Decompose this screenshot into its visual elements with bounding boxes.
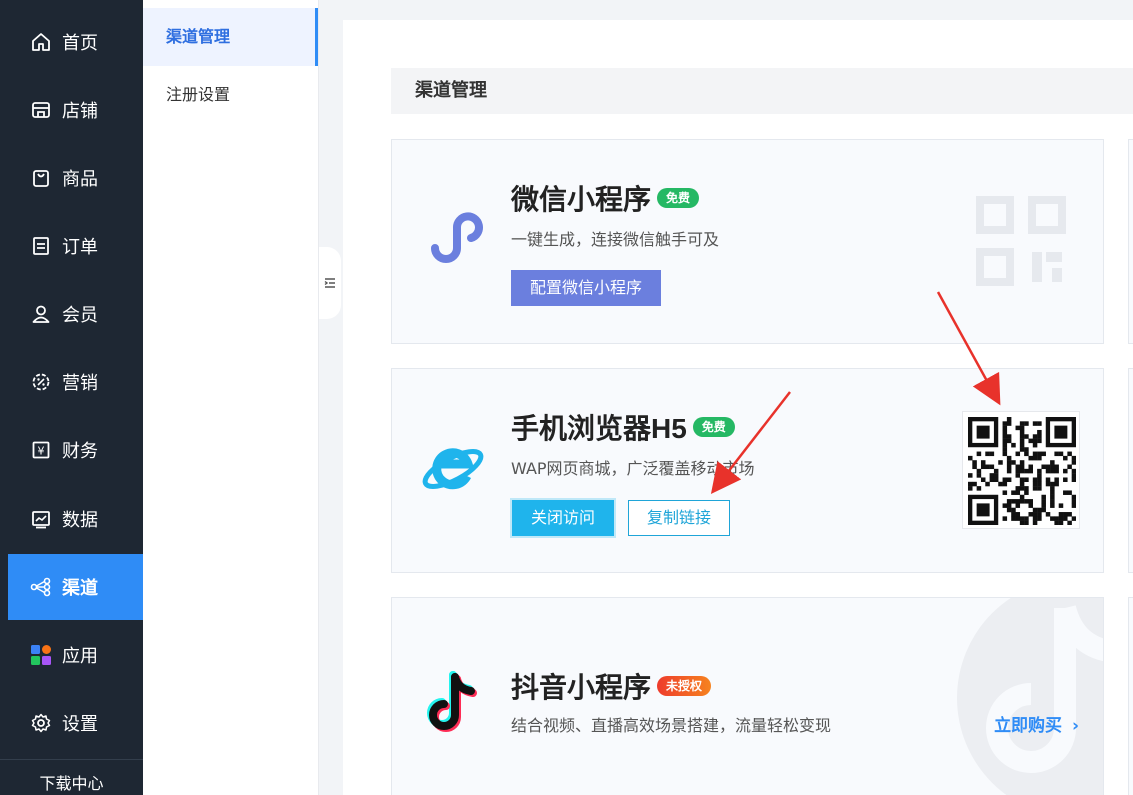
annotation-arrows: [710, 291, 1001, 494]
arrow-to-copy-link: [710, 391, 791, 494]
arrow-to-qrcode: [936, 291, 1001, 406]
